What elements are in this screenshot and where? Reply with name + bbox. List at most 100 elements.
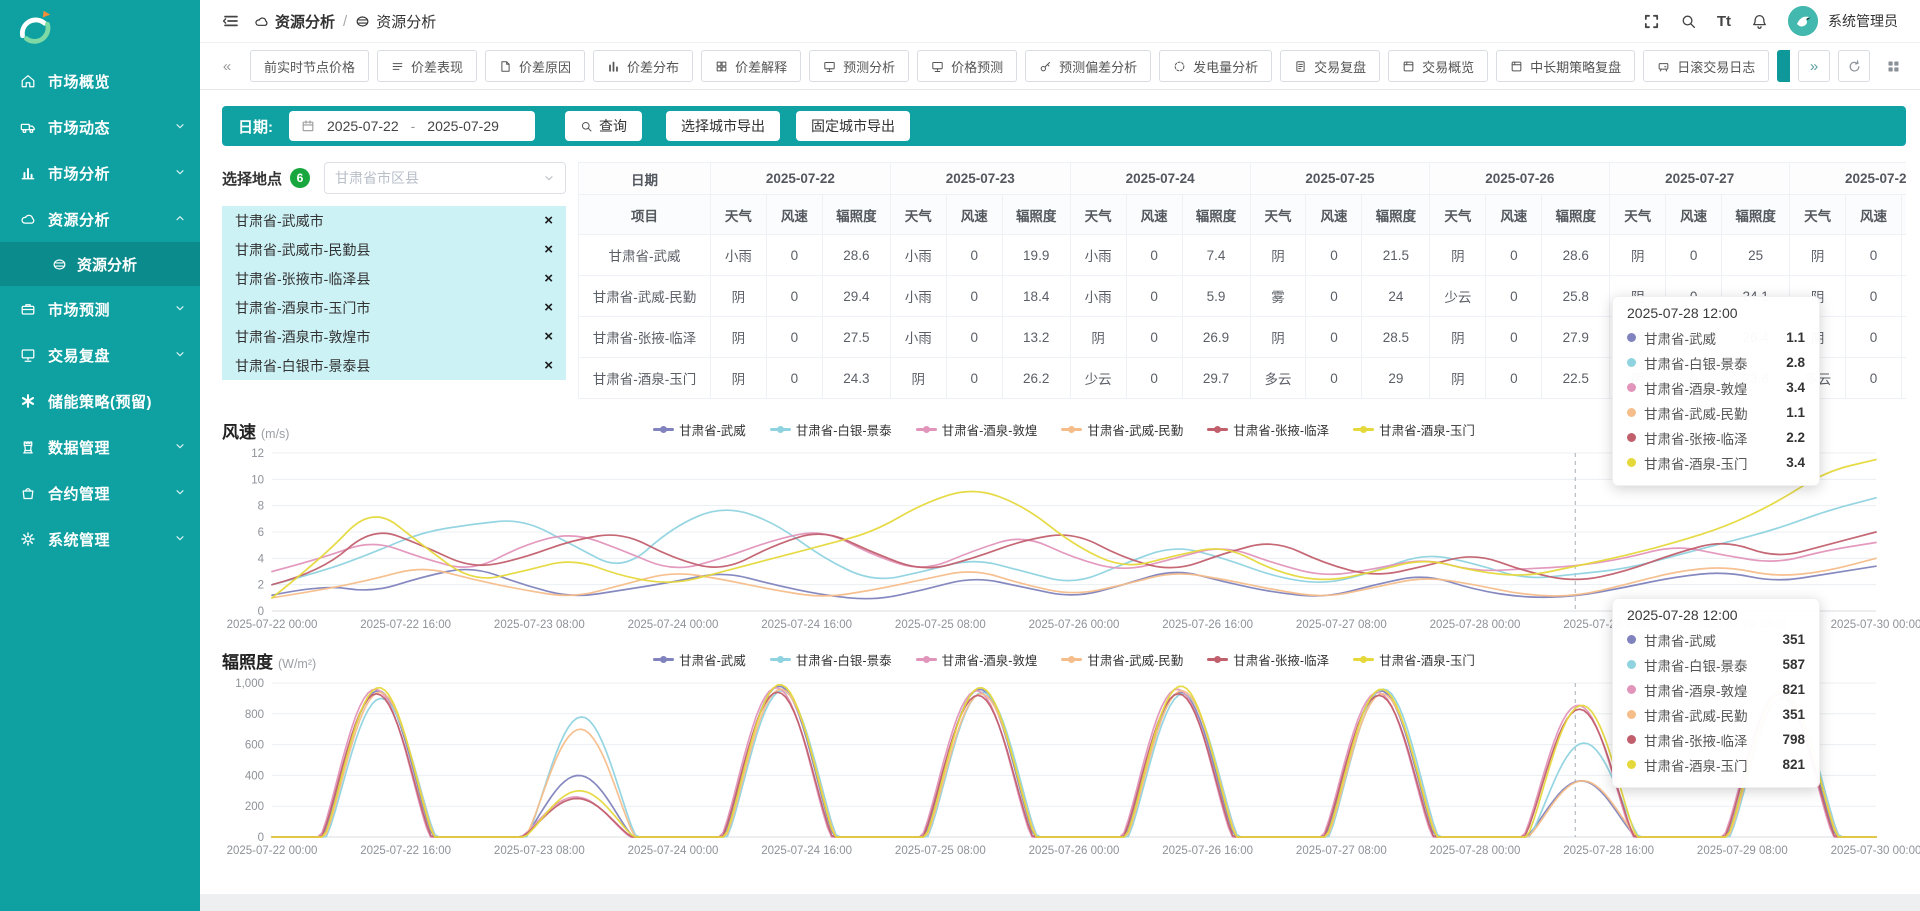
tooltip-row: 甘肃省-酒泉-敦煌3.4	[1627, 375, 1805, 400]
bell-icon	[1751, 13, 1768, 30]
legend-item-甘肃省-武威[interactable]: 甘肃省-武威	[653, 420, 746, 439]
remove-location-button[interactable]: ×	[544, 242, 553, 257]
remove-location-button[interactable]: ×	[544, 358, 553, 373]
table-cell: 22.5	[1542, 358, 1610, 399]
legend-label: 甘肃省-武威	[679, 420, 746, 439]
location-item-1[interactable]: 甘肃省-武威市-民勤县×	[222, 235, 566, 264]
table-row-name: 甘肃省-酒泉-玉门	[579, 358, 711, 399]
legend-item-甘肃省-白银-景泰[interactable]: 甘肃省-白银-景泰	[770, 420, 892, 439]
location-item-0[interactable]: 甘肃省-武威市×	[222, 206, 566, 235]
briefcase-icon	[20, 301, 36, 317]
remove-location-button[interactable]: ×	[544, 300, 553, 315]
remove-location-button[interactable]: ×	[544, 271, 553, 286]
sidebar-item-1[interactable]: 市场动态	[0, 104, 200, 150]
tab-前实时节点价格[interactable]: 前实时节点价格	[250, 50, 369, 82]
location-item-4[interactable]: 甘肃省-酒泉市-敦煌市×	[222, 322, 566, 351]
notification-bell-button[interactable]	[1751, 13, 1768, 30]
legend-item-甘肃省-张掖-临泽[interactable]: 甘肃省-张掖-临泽	[1207, 420, 1329, 439]
location-item-5[interactable]: 甘肃省-白银市-景泰县×	[222, 351, 566, 380]
tab-预测偏差分析[interactable]: 预测偏差分析	[1025, 50, 1151, 82]
tab-日滚交易日志[interactable]: 日滚交易日志	[1643, 50, 1769, 82]
sidebar-item-0[interactable]: 市场概览	[0, 58, 200, 104]
tooltip-row: 甘肃省-武威-民勤1.1	[1627, 400, 1805, 425]
legend-item-甘肃省-武威-民勤[interactable]: 甘肃省-武威-民勤	[1061, 420, 1183, 439]
breadcrumb-item-1[interactable]: 资源分析	[355, 11, 436, 32]
table-cell: 0	[1306, 317, 1362, 358]
cols-icon	[607, 60, 620, 73]
breadcrumb-separator: /	[343, 13, 347, 30]
legend-item-甘肃省-酒泉-敦煌[interactable]: 甘肃省-酒泉-敦煌	[916, 650, 1038, 669]
sidebar-item-6[interactable]: 储能策略(预留)	[0, 378, 200, 424]
legend-item-甘肃省-武威[interactable]: 甘肃省-武威	[653, 650, 746, 669]
table-cell: 阴	[1610, 235, 1666, 276]
legend-item-甘肃省-白银-景泰[interactable]: 甘肃省-白银-景泰	[770, 650, 892, 669]
legend-label: 甘肃省-武威	[679, 650, 746, 669]
tab-预测分析[interactable]: 预测分析	[809, 50, 909, 82]
series-color-dot	[1627, 333, 1636, 342]
sidebar-item-label: 储能策略(预留)	[48, 391, 186, 412]
select-city-export-button[interactable]: 选择城市导出	[666, 111, 780, 141]
legend-item-甘肃省-张掖-临泽[interactable]: 甘肃省-张掖-临泽	[1207, 650, 1329, 669]
series-color-dot	[1627, 408, 1636, 417]
tabs-scroll-right-button[interactable]: »	[1798, 50, 1830, 82]
user-avatar[interactable]	[1788, 6, 1818, 36]
remove-location-button[interactable]: ×	[544, 213, 553, 228]
table-cell: 雾	[1250, 276, 1306, 317]
sidebar-item-5[interactable]: 交易复盘	[0, 332, 200, 378]
search-button[interactable]	[1680, 13, 1697, 30]
gear-icon	[20, 531, 36, 547]
tab-价差表现[interactable]: 价差表现	[377, 50, 477, 82]
tab-交易概览[interactable]: 交易概览	[1388, 50, 1488, 82]
tab-价差原因[interactable]: 价差原因	[485, 50, 585, 82]
fullscreen-button[interactable]	[1643, 13, 1660, 30]
location-item-3[interactable]: 甘肃省-酒泉市-玉门市×	[222, 293, 566, 322]
legend-item-甘肃省-酒泉-玉门[interactable]: 甘肃省-酒泉-玉门	[1353, 420, 1475, 439]
tab-资源分析[interactable]: 资源分析	[1777, 50, 1790, 82]
breadcrumb-item-0[interactable]: 资源分析	[254, 11, 335, 32]
svg-text:2025-07-25 08:00: 2025-07-25 08:00	[895, 619, 986, 631]
sidebar-item-9[interactable]: 系统管理	[0, 516, 200, 562]
fixed-city-export-button[interactable]: 固定城市导出	[796, 111, 910, 141]
cloud-icon	[254, 14, 269, 29]
tab-发电量分析[interactable]: 发电量分析	[1159, 50, 1272, 82]
sidebar-item-3[interactable]: 资源分析	[0, 196, 200, 242]
breadcrumb: 资源分析 / 资源分析	[254, 11, 436, 32]
font-size-button[interactable]: Tt	[1717, 13, 1731, 30]
svg-text:8: 8	[258, 501, 264, 513]
table-cell: 0	[1666, 235, 1722, 276]
tab-价差分布[interactable]: 价差分布	[593, 50, 693, 82]
tab-label: 价差分布	[627, 57, 679, 76]
irradiance-chart-title: 辐照度	[222, 653, 273, 672]
tab-价格预测[interactable]: 价格预测	[917, 50, 1017, 82]
legend-item-甘肃省-武威-民勤[interactable]: 甘肃省-武威-民勤	[1061, 650, 1183, 669]
query-button[interactable]: 查询	[565, 111, 642, 141]
sidebar-item-4[interactable]: 市场预测	[0, 286, 200, 332]
sidebar-subitem-资源分析[interactable]: 资源分析	[0, 242, 200, 286]
circle-icon	[1173, 60, 1186, 73]
table-cell: 19.9	[1002, 235, 1070, 276]
svg-text:2025-07-24 00:00: 2025-07-24 00:00	[628, 619, 719, 631]
svg-text:400: 400	[245, 770, 264, 782]
legend-item-甘肃省-酒泉-玉门[interactable]: 甘肃省-酒泉-玉门	[1353, 650, 1475, 669]
location-dropdown[interactable]: 甘肃省市区县	[324, 162, 566, 194]
sidebar-collapse-button[interactable]	[222, 12, 240, 30]
grid-icon	[715, 60, 728, 73]
sidebar-item-7[interactable]: 数据管理	[0, 424, 200, 470]
refresh-button[interactable]	[1838, 50, 1870, 82]
tabs-scroll-left-button[interactable]: «	[212, 51, 242, 81]
table-subheader: 辐照度	[1002, 195, 1070, 235]
date-range-input[interactable]: 2025-07-22 - 2025-07-29	[289, 111, 535, 141]
table-cell: 28.6	[822, 235, 890, 276]
file-icon	[1294, 60, 1307, 73]
legend-item-甘肃省-酒泉-敦煌[interactable]: 甘肃省-酒泉-敦煌	[916, 420, 1038, 439]
sidebar-item-8[interactable]: 合约管理	[0, 470, 200, 516]
series-color-dot	[1627, 358, 1636, 367]
sidebar-item-2[interactable]: 市场分析	[0, 150, 200, 196]
tab-交易复盘[interactable]: 交易复盘	[1280, 50, 1380, 82]
table-cell: 24	[1362, 276, 1430, 317]
tab-价差解释[interactable]: 价差解释	[701, 50, 801, 82]
tab-中长期策略复盘[interactable]: 中长期策略复盘	[1496, 50, 1635, 82]
remove-location-button[interactable]: ×	[544, 329, 553, 344]
location-item-2[interactable]: 甘肃省-张掖市-临泽县×	[222, 264, 566, 293]
layout-grid-button[interactable]	[1878, 51, 1908, 81]
